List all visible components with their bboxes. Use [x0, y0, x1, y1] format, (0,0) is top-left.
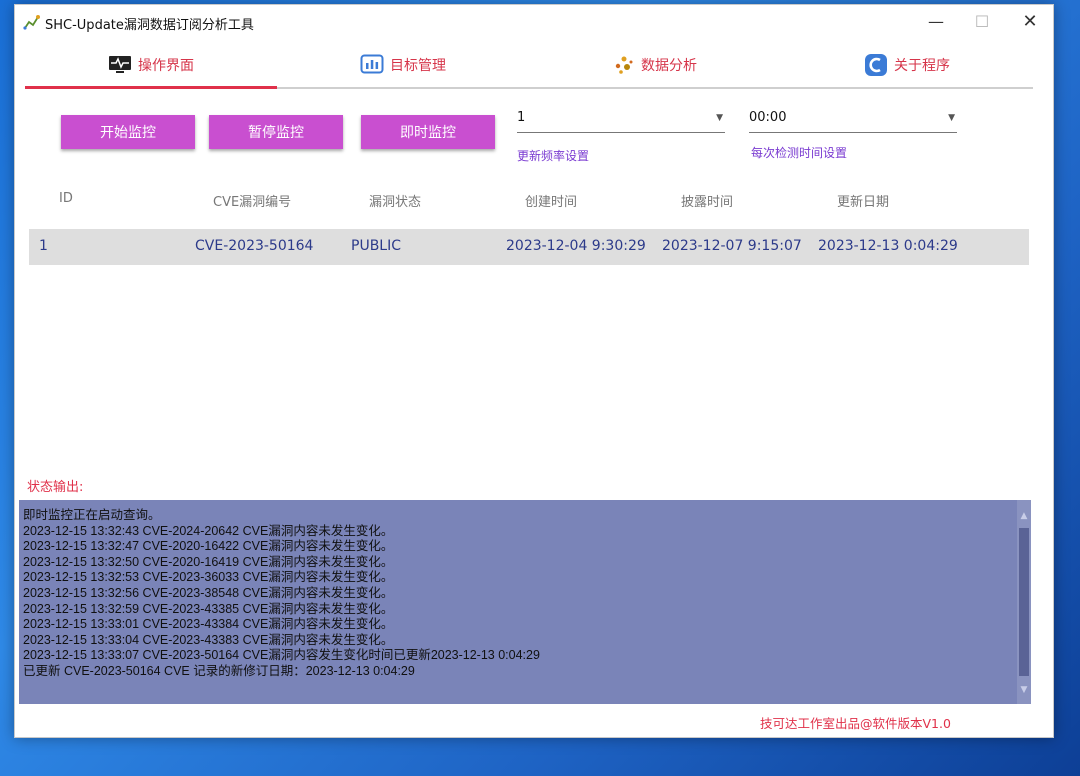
active-tab-indicator [25, 86, 277, 89]
instant-monitor-button[interactable]: 即时监控 [361, 115, 495, 149]
status-output-label: 状态输出: [27, 480, 84, 495]
chevron-down-icon: ▼ [716, 113, 723, 123]
tab-operation[interactable]: 操作界面 [25, 43, 277, 87]
start-monitor-button[interactable]: 开始监控 [61, 115, 195, 149]
log-line: 即时监控正在启动查询。 [23, 508, 161, 522]
status-output-log[interactable]: 即时监控正在启动查询。 2023-12-15 13:32:43 CVE-2024-… [19, 500, 1031, 704]
cell-status: PUBLIC [351, 238, 401, 254]
cell-cve-id: CVE-2023-50164 [195, 238, 314, 254]
check-time-hint: 每次检测时间设置 [751, 146, 848, 160]
cell-updated: 2023-12-13 0:04:29 [818, 238, 958, 254]
pause-monitor-button[interactable]: 暂停监控 [209, 115, 343, 149]
column-header-id[interactable]: ID [59, 191, 73, 206]
window-title: SHC-Update漏洞数据订阅分析工具 [45, 18, 254, 33]
bar-chart-icon [360, 54, 384, 74]
frequency-value: 1 [517, 110, 526, 125]
scatter-dots-icon [615, 56, 633, 74]
log-line: 已更新 CVE-2023-50164 CVE 记录的新修订日期：2023-12-… [23, 663, 415, 678]
column-header-updated[interactable]: 更新日期 [837, 191, 889, 210]
cell-created: 2023-12-04 9:30:29 [506, 238, 646, 254]
column-header-published[interactable]: 披露时间 [681, 191, 733, 210]
footer-credit: 技可达工作室出品@软件版本V1.0 [760, 716, 951, 731]
app-icon [23, 15, 40, 30]
tab-data-analysis[interactable]: 数据分析 [529, 43, 781, 87]
log-line: 2023-12-15 13:32:53 CVE-2023-36033 CVE漏洞… [23, 570, 394, 585]
log-lines: 即时监控正在启动查询。 2023-12-15 13:32:43 CVE-2024-… [23, 508, 1013, 680]
app-logo-icon [865, 54, 887, 76]
cell-id: 1 [39, 238, 48, 254]
tab-label: 目标管理 [390, 58, 446, 74]
column-header-created[interactable]: 创建时间 [525, 191, 577, 210]
tab-label: 关于程序 [894, 58, 950, 74]
title-bar[interactable]: SHC-Update漏洞数据订阅分析工具 — ☐ ✕ [15, 5, 1053, 39]
tab-bar: 操作界面 目标管理 数据分析 关于程序 [25, 43, 1033, 89]
log-line: 2023-12-15 13:32:47 CVE-2020-16422 CVE漏洞… [23, 539, 394, 554]
monitor-pulse-icon [109, 56, 131, 73]
close-button[interactable]: ✕ [1007, 5, 1053, 39]
tab-about[interactable]: 关于程序 [781, 43, 1033, 87]
frequency-hint: 更新频率设置 [517, 149, 590, 163]
column-header-cve-id[interactable]: CVE漏洞编号 [213, 191, 291, 210]
scroll-up-icon[interactable]: ▲ [1019, 510, 1029, 522]
frequency-select[interactable]: 1 ▼ [517, 105, 725, 133]
log-line: 2023-12-15 13:32:59 CVE-2023-43385 CVE漏洞… [23, 601, 394, 616]
check-time-value: 00:00 [749, 110, 787, 125]
cell-published: 2023-12-07 9:15:07 [662, 238, 802, 254]
scroll-thumb[interactable] [1019, 528, 1029, 676]
check-time-select[interactable]: 00:00 ▼ [749, 105, 957, 133]
column-header-status[interactable]: 漏洞状态 [369, 191, 421, 210]
tab-label: 操作界面 [138, 58, 194, 74]
log-scrollbar[interactable]: ▲ ▼ [1017, 500, 1031, 704]
minimize-button[interactable]: — [913, 5, 959, 39]
log-line: 2023-12-15 13:32:43 CVE-2024-20642 CVE漏洞… [23, 523, 394, 538]
app-window: SHC-Update漏洞数据订阅分析工具 — ☐ ✕ 操作界面 目标管理 数据分… [14, 4, 1054, 738]
log-line: 2023-12-15 13:33:04 CVE-2023-43383 CVE漏洞… [23, 632, 394, 647]
log-line: 2023-12-15 13:32:56 CVE-2023-38548 CVE漏洞… [23, 585, 394, 600]
log-line: 2023-12-15 13:32:50 CVE-2020-16419 CVE漏洞… [23, 554, 394, 569]
log-line: 2023-12-15 13:33:07 CVE-2023-50164 CVE漏洞… [23, 648, 540, 663]
chevron-down-icon: ▼ [948, 113, 955, 123]
log-line: 2023-12-15 13:33:01 CVE-2023-43384 CVE漏洞… [23, 617, 394, 632]
maximize-button[interactable]: ☐ [959, 5, 1005, 39]
tab-label: 数据分析 [641, 58, 697, 74]
scroll-down-icon[interactable]: ▼ [1019, 684, 1029, 696]
tab-target-management[interactable]: 目标管理 [277, 43, 529, 87]
